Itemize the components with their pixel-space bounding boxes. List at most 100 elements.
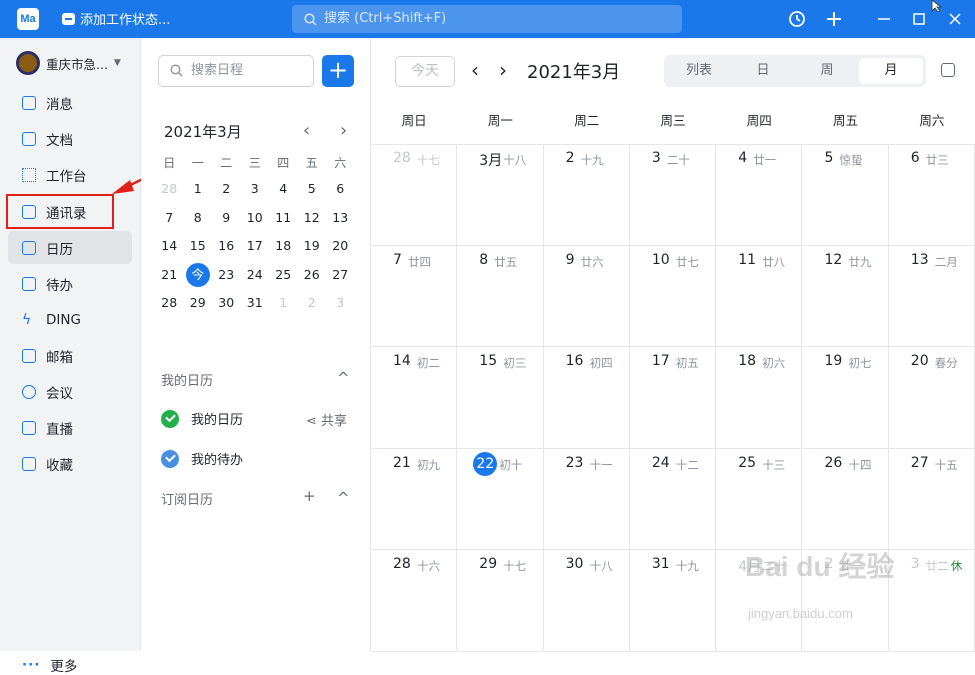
view-tab[interactable]: 列表: [667, 58, 731, 84]
day-cell[interactable]: 10 廿七: [629, 245, 717, 347]
app-logo[interactable]: Ma: [17, 8, 39, 30]
mini-day[interactable]: 8: [184, 204, 213, 233]
next-month-button[interactable]: ›: [499, 58, 507, 82]
mini-day[interactable]: 13: [326, 204, 355, 233]
day-cell[interactable]: 23 十一: [543, 448, 630, 550]
status-button[interactable]: 添加工作状态...: [62, 9, 170, 28]
mini-day[interactable]: 9: [212, 204, 241, 233]
mini-day[interactable]: 3: [241, 175, 270, 204]
mini-day[interactable]: 16: [212, 232, 241, 261]
mini-day[interactable]: 20: [326, 232, 355, 261]
more-button[interactable]: ··· 更多: [22, 655, 77, 675]
day-cell[interactable]: 24 十二: [629, 448, 717, 550]
mini-day[interactable]: 28: [155, 289, 184, 318]
mini-next-month-button[interactable]: ›: [340, 120, 347, 141]
day-cell[interactable]: 28 十七: [371, 144, 458, 246]
mini-day[interactable]: 12: [298, 204, 327, 233]
day-cell[interactable]: 3 二十: [629, 144, 717, 246]
day-cell[interactable]: 8 廿五: [457, 245, 544, 347]
mini-day[interactable]: 1: [184, 175, 213, 204]
day-cell[interactable]: 13 二月: [888, 245, 975, 347]
minimize-icon[interactable]: [873, 8, 895, 30]
mini-day[interactable]: 1: [269, 289, 298, 318]
mini-day[interactable]: 21: [155, 261, 184, 290]
day-cell[interactable]: 21 初九: [371, 448, 458, 550]
mini-day[interactable]: 28: [155, 175, 184, 204]
mini-day[interactable]: 14: [155, 232, 184, 261]
mini-day[interactable]: 3: [326, 289, 355, 318]
org-switcher[interactable]: 重庆市急... ▼: [16, 51, 121, 75]
day-cell[interactable]: 11 廿八: [716, 245, 803, 347]
sidebar-item-favorites[interactable]: 收藏: [8, 447, 132, 480]
sidebar-item-todo[interactable]: 待办: [8, 267, 132, 300]
day-cell[interactable]: 30 十八: [543, 550, 630, 652]
view-tab[interactable]: 周: [795, 58, 859, 84]
collapse-icon[interactable]: ^: [337, 369, 350, 387]
view-tab[interactable]: 月: [859, 58, 923, 84]
day-cell[interactable]: 6 廿三: [888, 144, 975, 246]
today-button[interactable]: 今天: [395, 56, 455, 87]
mini-day[interactable]: 4: [269, 175, 298, 204]
mini-day[interactable]: 29: [184, 289, 213, 318]
sidebar-item-calendar[interactable]: 日历: [8, 231, 132, 264]
mini-day[interactable]: 11: [269, 204, 298, 233]
checkbox-checked-icon[interactable]: [161, 449, 179, 468]
day-cell[interactable]: 14 初二: [371, 347, 458, 449]
day-cell[interactable]: 3月 十八: [457, 144, 544, 246]
mini-day[interactable]: 2: [298, 289, 327, 318]
mini-day[interactable]: 25: [269, 261, 298, 290]
day-cell[interactable]: 25 十三: [716, 448, 803, 550]
day-cell[interactable]: 31 十九: [629, 550, 717, 652]
mini-day[interactable]: 5: [298, 175, 327, 204]
calendar-item-my-calendar[interactable]: 我的日历: [161, 409, 243, 428]
day-cell[interactable]: 17 初五: [629, 347, 717, 449]
mini-day[interactable]: 19: [298, 232, 327, 261]
mini-day[interactable]: 6: [326, 175, 355, 204]
mini-day[interactable]: 2: [212, 175, 241, 204]
sidebar-item-messages[interactable]: 消息: [8, 86, 132, 119]
day-cell[interactable]: 2 十九: [543, 144, 630, 246]
day-cell[interactable]: 28 十六: [371, 550, 458, 652]
mini-day-today[interactable]: 今: [184, 261, 213, 290]
mini-day[interactable]: 23: [212, 261, 241, 290]
global-search-input[interactable]: 搜索 (Ctrl+Shift+F): [292, 5, 682, 33]
mini-day[interactable]: 27: [326, 261, 355, 290]
schedule-search-input[interactable]: 搜索日程: [158, 55, 314, 87]
day-cell[interactable]: 26 十四: [802, 448, 889, 550]
day-cell[interactable]: 4 廿一: [716, 144, 803, 246]
day-cell[interactable]: 12 廿九: [802, 245, 889, 347]
popout-icon[interactable]: [941, 63, 955, 77]
sidebar-item-live[interactable]: 直播: [8, 411, 132, 444]
add-subscription-icon[interactable]: +: [303, 487, 316, 505]
day-cell[interactable]: 27 十五: [888, 448, 975, 550]
mini-day[interactable]: 18: [269, 232, 298, 261]
mini-day[interactable]: 31: [241, 289, 270, 318]
share-button[interactable]: ⋖ 共享: [306, 410, 347, 429]
day-cell[interactable]: 22 初十: [457, 448, 544, 550]
day-cell[interactable]: 16 初四: [543, 347, 630, 449]
close-icon[interactable]: [944, 8, 966, 30]
day-cell[interactable]: 19 初七: [802, 347, 889, 449]
mini-day[interactable]: 24: [241, 261, 270, 290]
sidebar-item-mail[interactable]: 邮箱: [8, 339, 132, 372]
calendar-item-my-todo[interactable]: 我的待办: [161, 449, 243, 468]
mini-day[interactable]: 17: [241, 232, 270, 261]
add-event-button[interactable]: +: [322, 55, 354, 87]
mini-day[interactable]: 7: [155, 204, 184, 233]
day-cell[interactable]: 18 初六: [716, 347, 803, 449]
day-cell[interactable]: 29 十七: [457, 550, 544, 652]
checkbox-checked-icon[interactable]: [161, 409, 179, 428]
plus-icon[interactable]: [823, 8, 845, 30]
mini-day[interactable]: 15: [184, 232, 213, 261]
day-cell[interactable]: 9 廿六: [543, 245, 630, 347]
mini-day[interactable]: 10: [241, 204, 270, 233]
sidebar-item-meeting[interactable]: 会议: [8, 375, 132, 408]
maximize-icon[interactable]: [908, 8, 930, 30]
mini-prev-month-button[interactable]: ‹: [303, 120, 310, 141]
sidebar-item-ding[interactable]: ϟ DING: [8, 303, 132, 336]
day-cell[interactable]: 7 廿四: [371, 245, 458, 347]
day-cell[interactable]: 20 春分: [888, 347, 975, 449]
collapse-icon[interactable]: ^: [337, 489, 350, 507]
mini-day[interactable]: 30: [212, 289, 241, 318]
day-cell[interactable]: 3 廿二休: [888, 550, 975, 652]
